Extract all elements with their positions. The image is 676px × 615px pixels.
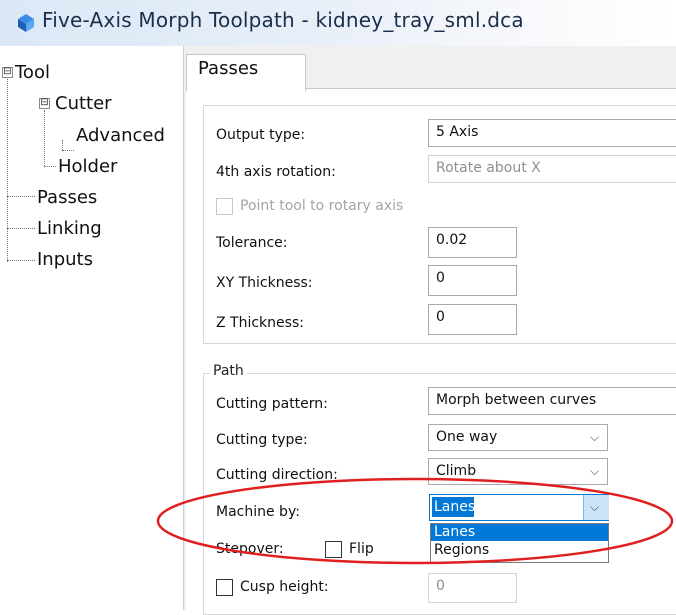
- tree-connector: [7, 74, 8, 262]
- output-type-select[interactable]: 5 Axis: [428, 119, 676, 147]
- cutting-pattern-label: Cutting pattern:: [216, 396, 328, 412]
- point-tool-checkbox[interactable]: [216, 198, 233, 215]
- tree-item-advanced[interactable]: Advanced: [76, 125, 165, 146]
- tree-connector: [62, 150, 74, 151]
- tab-passes-label: Passes: [198, 58, 259, 79]
- cusp-height-checkbox[interactable]: [216, 579, 233, 596]
- point-tool-label: Point tool to rotary axis: [240, 198, 404, 214]
- tree-item-inputs[interactable]: Inputs: [37, 249, 93, 270]
- window-title: Five-Axis Morph Toolpath - kidney_tray_s…: [42, 8, 524, 32]
- cusp-height-label: Cusp height:: [240, 579, 329, 595]
- z-thickness-label: Z Thickness:: [216, 315, 304, 331]
- cutting-pattern-select[interactable]: Morph between curves: [428, 387, 676, 415]
- fourth-axis-select[interactable]: Rotate about X: [428, 155, 676, 183]
- tree-connector: [7, 228, 35, 229]
- collapse-icon[interactable]: ⊟: [39, 98, 50, 109]
- xy-thickness-input[interactable]: 0: [428, 265, 517, 296]
- cusp-height-input[interactable]: 0: [428, 573, 517, 603]
- tree-connector: [44, 166, 56, 167]
- tolerance-input[interactable]: 0.02: [428, 227, 517, 258]
- annotation-ellipse: [156, 477, 674, 565]
- chevron-down-icon[interactable]: ⌵: [590, 430, 599, 445]
- xy-thickness-label: XY Thickness:: [216, 275, 313, 291]
- tree-item-holder[interactable]: Holder: [58, 156, 117, 177]
- tree-connector: [44, 110, 45, 166]
- tree-item-linking[interactable]: Linking: [37, 218, 102, 239]
- tree-connector: [7, 196, 35, 197]
- tree-connector: [7, 260, 35, 261]
- fourth-axis-label: 4th axis rotation:: [216, 164, 336, 180]
- collapse-icon[interactable]: ⊟: [2, 67, 13, 78]
- z-thickness-input[interactable]: 0: [428, 304, 517, 335]
- cutting-type-select[interactable]: One way: [428, 424, 608, 451]
- tree-connector: [62, 140, 63, 150]
- tree-item-tool[interactable]: Tool: [15, 62, 50, 83]
- tolerance-label: Tolerance:: [216, 235, 288, 251]
- tree-item-cutter[interactable]: Cutter: [55, 93, 112, 114]
- path-group-label: Path: [210, 363, 247, 379]
- morph-toolpath-icon: [18, 14, 34, 32]
- cutting-type-label: Cutting type:: [216, 432, 308, 448]
- tree-item-passes[interactable]: Passes: [37, 187, 97, 208]
- output-type-label: Output type:: [216, 127, 306, 143]
